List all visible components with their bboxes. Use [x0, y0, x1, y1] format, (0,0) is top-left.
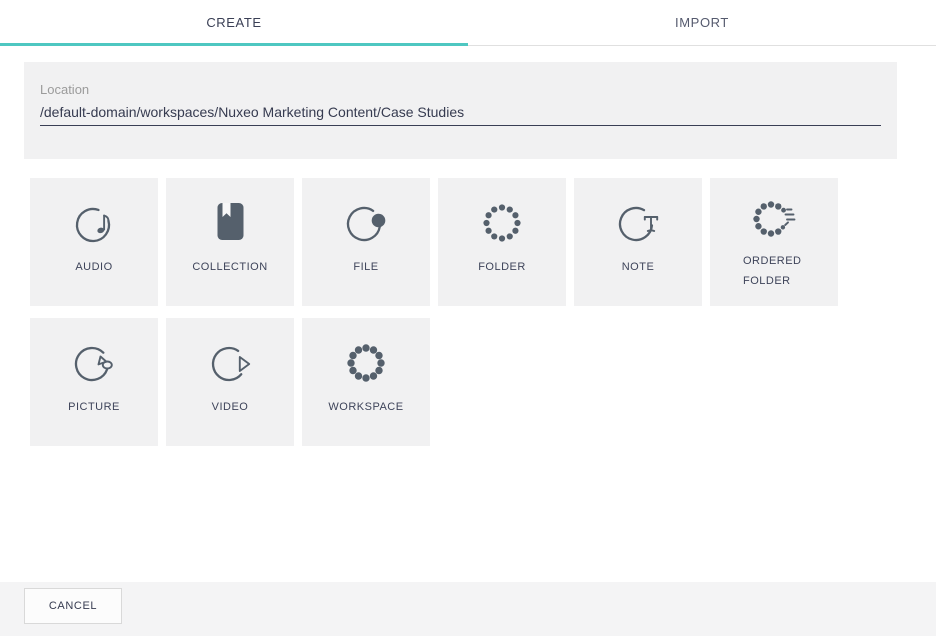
tile-ordered-folder[interactable]: ORDERED FOLDER	[710, 178, 838, 306]
file-icon	[342, 198, 390, 246]
tile-audio[interactable]: AUDIO	[30, 178, 158, 306]
workspace-icon	[342, 338, 390, 386]
tile-collection[interactable]: COLLECTION	[166, 178, 294, 306]
tab-create-label: CREATE	[206, 15, 261, 30]
location-panel: Location /default-domain/workspaces/Nuxe…	[24, 62, 897, 159]
dialog-tabbar: CREATE IMPORT	[0, 0, 936, 46]
document-type-grid: AUDIO COLLECTION FILE FOLDER	[30, 178, 838, 446]
tile-label: ORDERED FOLDER	[743, 252, 805, 292]
tile-label: FOLDER	[478, 258, 526, 278]
tile-label: VIDEO	[212, 398, 249, 418]
collection-icon	[206, 198, 254, 246]
tile-file[interactable]: FILE	[302, 178, 430, 306]
audio-icon	[70, 198, 118, 246]
tile-label: PICTURE	[68, 398, 120, 418]
video-icon	[206, 338, 254, 386]
dialog-footer: CANCEL	[0, 582, 936, 636]
folder-icon	[478, 198, 526, 246]
tile-label: WORKSPACE	[328, 398, 403, 418]
active-tab-underline	[0, 43, 468, 46]
picture-icon	[70, 338, 118, 386]
location-label: Location	[40, 82, 881, 97]
cancel-button[interactable]: CANCEL	[24, 588, 122, 624]
tile-label: FILE	[353, 258, 378, 278]
tab-import[interactable]: IMPORT	[468, 0, 936, 45]
ordered-folder-icon	[750, 194, 798, 242]
tile-label: NOTE	[622, 258, 655, 278]
tile-workspace[interactable]: WORKSPACE	[302, 318, 430, 446]
tile-folder[interactable]: FOLDER	[438, 178, 566, 306]
location-input[interactable]: /default-domain/workspaces/Nuxeo Marketi…	[40, 104, 881, 126]
tile-label: AUDIO	[75, 258, 112, 278]
tab-import-label: IMPORT	[675, 15, 729, 30]
tile-video[interactable]: VIDEO	[166, 318, 294, 446]
note-icon	[614, 198, 662, 246]
tile-label: COLLECTION	[192, 258, 267, 278]
tile-picture[interactable]: PICTURE	[30, 318, 158, 446]
tab-create[interactable]: CREATE	[0, 0, 468, 45]
tile-note[interactable]: NOTE	[574, 178, 702, 306]
